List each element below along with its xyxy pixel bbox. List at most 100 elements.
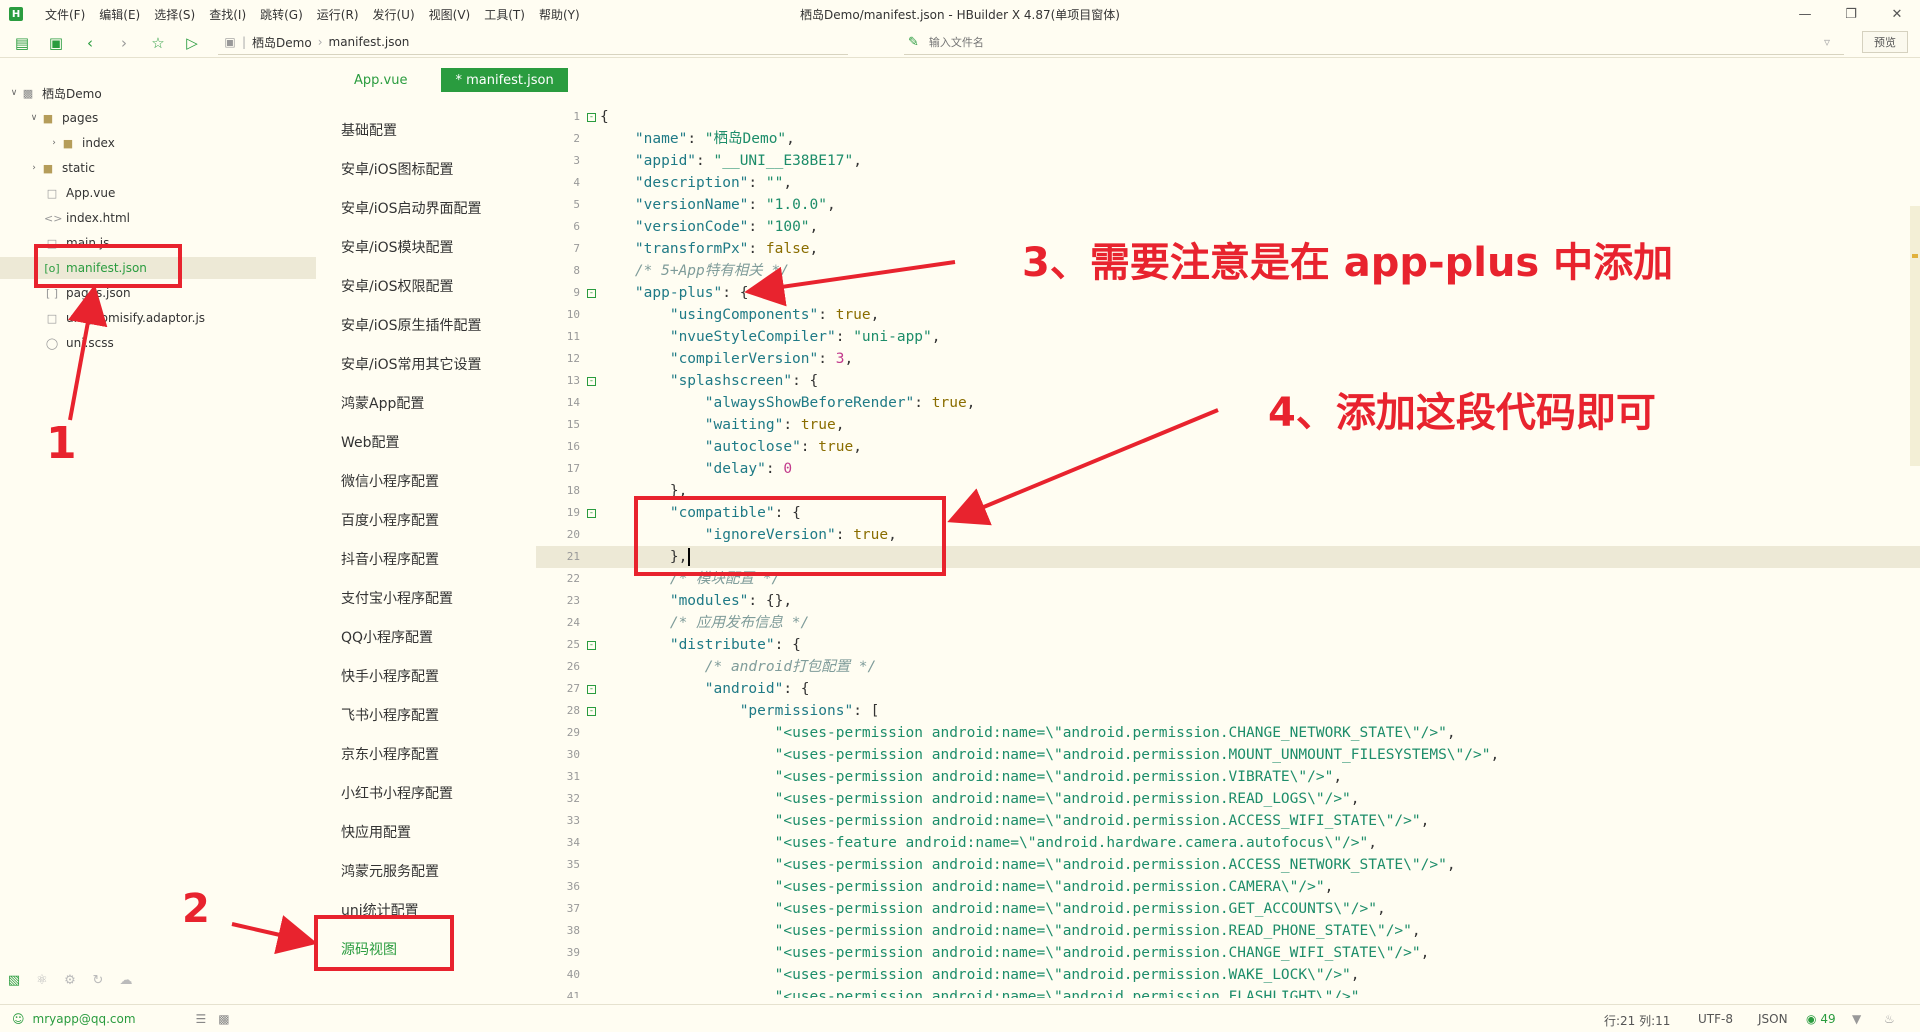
code-line[interactable]: 35 "<uses-permission android:name=\"andr… — [536, 854, 1920, 876]
config-nav-item[interactable]: 快应用配置 — [341, 822, 411, 842]
scroll-overview[interactable] — [1910, 206, 1920, 466]
config-nav-item[interactable]: 小红书小程序配置 — [341, 783, 453, 803]
config-nav-item[interactable]: 鸿蒙App配置 — [341, 393, 424, 413]
code-line[interactable]: 12 "compilerVersion": 3, — [536, 348, 1920, 370]
config-nav-item[interactable]: 安卓/iOS原生插件配置 — [341, 315, 482, 335]
tree-item-promisify-js[interactable]: □ uni.promisify.adaptor.js — [0, 307, 316, 329]
code-line[interactable]: 27- "android": { — [536, 678, 1920, 700]
fold-toggle-icon[interactable]: - — [587, 641, 596, 650]
console-icon[interactable]: ▩ — [218, 1012, 229, 1026]
cloud-icon[interactable]: ☁ — [112, 973, 140, 988]
run-icon[interactable]: ▷ — [180, 31, 204, 55]
code-line[interactable]: 34 "<uses-feature android:name=\"android… — [536, 832, 1920, 854]
code-line[interactable]: 1-{ — [536, 106, 1920, 128]
chevron-down-icon[interactable]: ∨ — [8, 88, 20, 98]
debug-icon[interactable]: ⚙ — [56, 973, 84, 988]
tree-item-project[interactable]: ∨ ▩ 栖岛Demo — [0, 82, 316, 104]
code-line[interactable]: 25- "distribute": { — [536, 634, 1920, 656]
code-line[interactable]: 13- "splashscreen": { — [536, 370, 1920, 392]
code-line[interactable]: 23 "modules": {}, — [536, 590, 1920, 612]
config-nav-item[interactable]: 安卓/iOS权限配置 — [341, 276, 454, 296]
minimize-icon[interactable]: — — [1782, 0, 1828, 28]
close-icon[interactable]: ✕ — [1874, 0, 1920, 28]
code-line[interactable]: 36 "<uses-permission android:name=\"andr… — [536, 876, 1920, 898]
tree-item-uni-scss[interactable]: ◯ uni.scss — [0, 332, 316, 354]
tab-app-vue[interactable]: App.vue — [340, 68, 421, 92]
code-line[interactable]: 2 "name": "栖岛Demo", — [536, 128, 1920, 150]
list-icon[interactable]: ☰ — [196, 1012, 207, 1026]
code-line[interactable]: 29 "<uses-permission android:name=\"andr… — [536, 722, 1920, 744]
menu-item[interactable]: 文件(F) — [45, 6, 85, 23]
file-encoding[interactable]: UTF-8 — [1698, 1012, 1733, 1026]
fold-toggle-icon[interactable]: - — [587, 685, 596, 694]
tree-item-static-folder[interactable]: › ■ static — [0, 157, 316, 179]
tree-item-index-html[interactable]: <> index.html — [0, 207, 316, 229]
code-line[interactable]: 39 "<uses-permission android:name=\"andr… — [536, 942, 1920, 964]
config-nav-item[interactable]: 基础配置 — [341, 120, 397, 140]
cursor-position[interactable]: 行:21 列:11 — [1604, 1012, 1670, 1029]
code-line[interactable]: 5 "versionName": "1.0.0", — [536, 194, 1920, 216]
config-nav-item[interactable]: Web配置 — [341, 432, 400, 452]
code-line[interactable]: 10 "usingComponents": true, — [536, 304, 1920, 326]
code-line[interactable]: 16 "autoclose": true, — [536, 436, 1920, 458]
code-line[interactable]: 26 /* android打包配置 */ — [536, 656, 1920, 678]
fold-toggle-icon[interactable]: - — [587, 707, 596, 716]
menu-item[interactable]: 帮助(Y) — [539, 6, 580, 23]
config-nav-item[interactable]: 百度小程序配置 — [341, 510, 439, 530]
filter-icon[interactable]: ▿ — [1824, 35, 1830, 49]
config-nav-item[interactable]: QQ小程序配置 — [341, 627, 433, 647]
preview-button[interactable]: 预览 — [1862, 31, 1908, 53]
save-icon[interactable]: ▣ — [44, 31, 68, 55]
code-line[interactable]: 3 "appid": "__UNI__E38BE17", — [536, 150, 1920, 172]
account[interactable]: ☺ mryapp@qq.com — [12, 1012, 136, 1026]
config-nav-item[interactable]: 鸿蒙元服务配置 — [341, 861, 439, 881]
code-line[interactable]: 4 "description": "", — [536, 172, 1920, 194]
menu-item[interactable]: 视图(V) — [429, 6, 471, 23]
config-nav-item[interactable]: 安卓/iOS图标配置 — [341, 159, 454, 179]
star-icon[interactable]: ☆ — [146, 31, 170, 55]
fold-toggle-icon[interactable]: - — [587, 509, 596, 518]
code-line[interactable]: 31 "<uses-permission android:name=\"andr… — [536, 766, 1920, 788]
menu-item[interactable]: 工具(T) — [484, 6, 525, 23]
menu-item[interactable]: 发行(U) — [373, 6, 415, 23]
menu-item[interactable]: 编辑(E) — [99, 6, 140, 23]
tree-item-pages-folder[interactable]: ∨ ■ pages — [0, 107, 316, 129]
forward-icon[interactable]: › — [112, 31, 136, 55]
plugin-icon[interactable]: ⚛ — [28, 973, 56, 988]
new-file-icon[interactable]: ▤ — [10, 31, 34, 55]
menu-item[interactable]: 选择(S) — [154, 6, 195, 23]
code-line[interactable]: 24 /* 应用发布信息 */ — [536, 612, 1920, 634]
code-line[interactable]: 33 "<uses-permission android:name=\"andr… — [536, 810, 1920, 832]
menu-item[interactable]: 运行(R) — [317, 6, 359, 23]
breadcrumb-project[interactable]: 栖岛Demo — [252, 34, 312, 51]
config-nav-item[interactable]: 安卓/iOS常用其它设置 — [341, 354, 482, 374]
code-line[interactable]: 14 "alwaysShowBeforeRender": true, — [536, 392, 1920, 414]
code-line[interactable]: 32 "<uses-permission android:name=\"andr… — [536, 788, 1920, 810]
bell-icon[interactable]: ♨ — [1884, 1012, 1895, 1026]
fold-toggle-icon[interactable]: - — [587, 377, 596, 386]
code-line[interactable]: 38 "<uses-permission android:name=\"andr… — [536, 920, 1920, 942]
code-line[interactable]: 15 "waiting": true, — [536, 414, 1920, 436]
restore-icon[interactable]: ❐ — [1828, 0, 1874, 28]
project-manager-icon[interactable]: ▧ — [0, 973, 28, 988]
menu-item[interactable]: 查找(I) — [209, 6, 246, 23]
back-icon[interactable]: ‹ — [78, 31, 102, 55]
config-nav-item[interactable]: 支付宝小程序配置 — [341, 588, 453, 608]
tree-item-app-vue[interactable]: □ App.vue — [0, 182, 316, 204]
fold-toggle-icon[interactable]: - — [587, 289, 596, 298]
fold-toggle-icon[interactable]: - — [587, 113, 596, 122]
code-line[interactable]: 11 "nvueStyleCompiler": "uni-app", — [536, 326, 1920, 348]
config-nav-item[interactable]: 安卓/iOS启动界面配置 — [341, 198, 482, 218]
config-nav-item[interactable]: 飞书小程序配置 — [341, 705, 439, 725]
menu-item[interactable]: 跳转(G) — [260, 6, 303, 23]
notification-count[interactable]: ◉ 49 — [1806, 1012, 1836, 1026]
code-line[interactable]: 41 "<uses-permission android:name=\"andr… — [536, 986, 1920, 998]
tree-item-index-folder[interactable]: › ■ index — [0, 132, 316, 154]
chevron-right-icon[interactable]: › — [28, 163, 40, 173]
config-nav-item[interactable]: 京东小程序配置 — [341, 744, 439, 764]
download-icon[interactable]: ▼ — [1852, 1012, 1861, 1026]
file-language[interactable]: JSON — [1758, 1012, 1788, 1026]
sync-icon[interactable]: ↻ — [84, 973, 112, 988]
code-line[interactable]: 17 "delay": 0 — [536, 458, 1920, 480]
config-nav-item[interactable]: 安卓/iOS模块配置 — [341, 237, 454, 257]
